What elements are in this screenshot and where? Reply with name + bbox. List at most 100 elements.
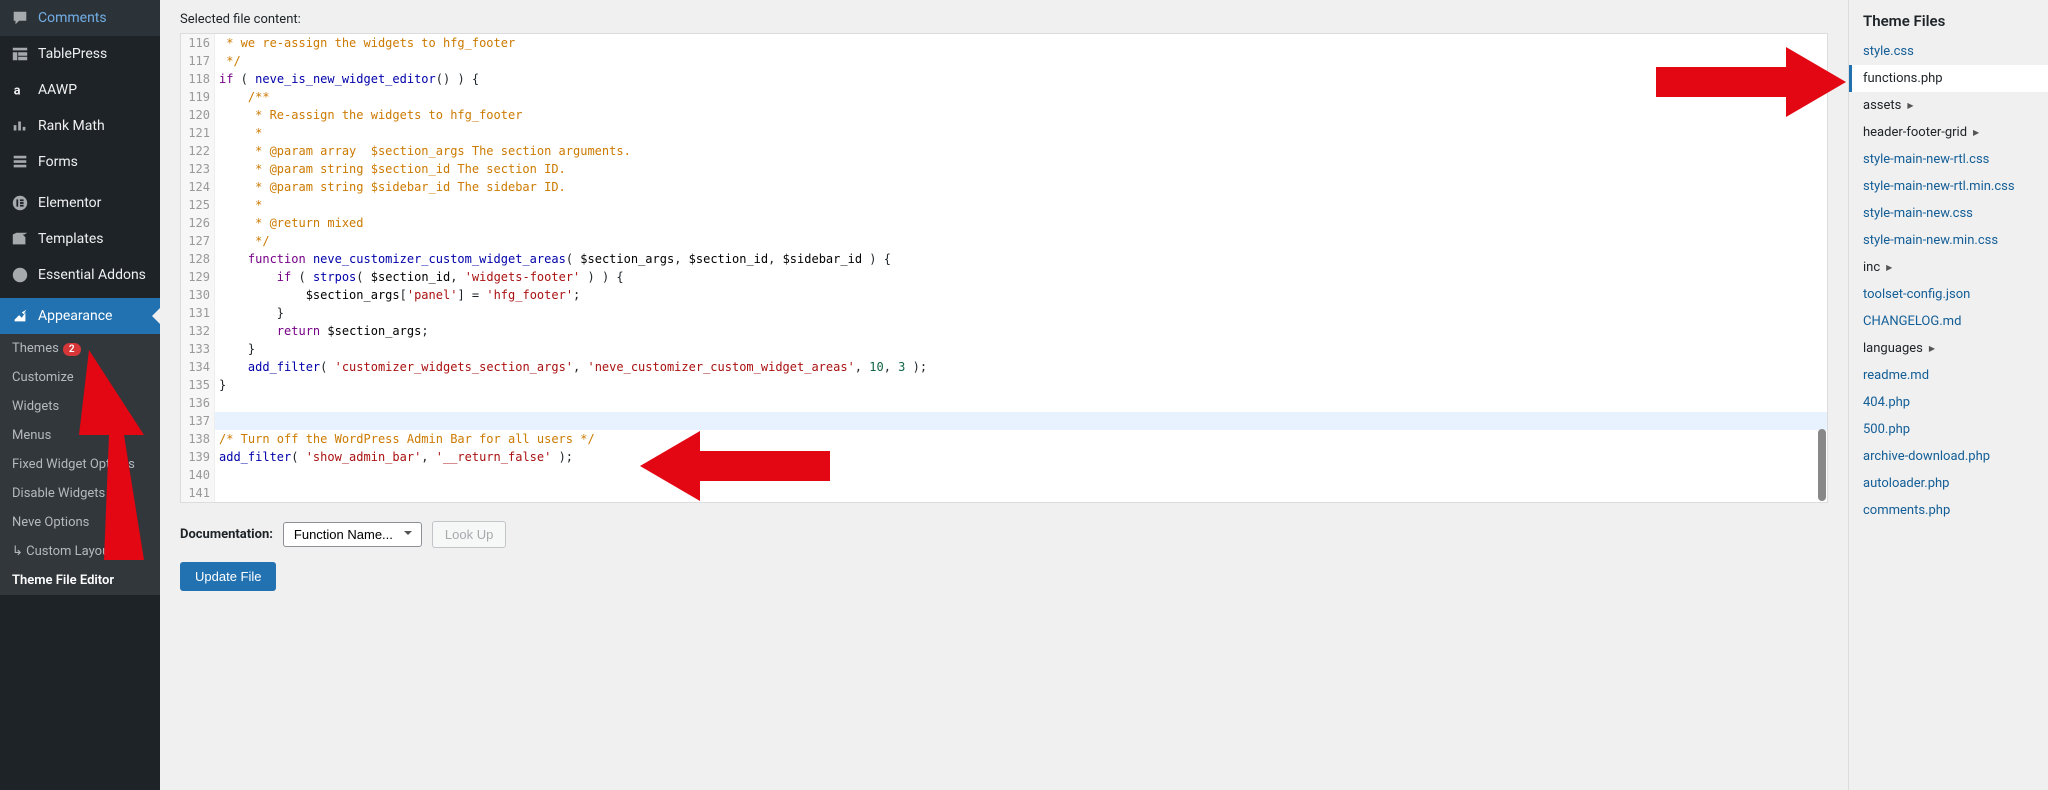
chart-icon: [10, 116, 30, 136]
update-file-button[interactable]: Update File: [180, 562, 276, 591]
line-number: 122: [181, 142, 215, 160]
theme-file-inc[interactable]: inc: [1849, 254, 2048, 281]
code-content: */: [215, 232, 270, 250]
code-line[interactable]: 135}: [181, 376, 1827, 394]
line-number: 141: [181, 484, 215, 502]
sidebar-item-rank-math[interactable]: Rank Math: [0, 108, 160, 144]
submenu-item-theme-file-editor[interactable]: Theme File Editor: [0, 566, 160, 595]
line-number: 132: [181, 322, 215, 340]
code-line[interactable]: 136: [181, 394, 1827, 412]
line-number: 118: [181, 70, 215, 88]
sidebar-item-tablepress[interactable]: TablePress: [0, 36, 160, 72]
theme-file-header-footer-grid[interactable]: header-footer-grid: [1849, 119, 2048, 146]
line-number: 125: [181, 196, 215, 214]
submenu-item-fixed-widget-options[interactable]: Fixed Widget Options: [0, 450, 160, 479]
code-content: * Re-assign the widgets to hfg_footer: [215, 106, 522, 124]
sidebar-item-elementor[interactable]: Elementor: [0, 185, 160, 221]
line-number: 121: [181, 124, 215, 142]
submenu-item-themes[interactable]: Themes2: [0, 334, 160, 363]
sidebar-item-comments[interactable]: Comments: [0, 0, 160, 36]
code-line[interactable]: 132 return $section_args;: [181, 322, 1827, 340]
code-content: function neve_customizer_custom_widget_a…: [215, 250, 891, 268]
line-number: 126: [181, 214, 215, 232]
line-number: 138: [181, 430, 215, 448]
code-line[interactable]: 121 *: [181, 124, 1827, 142]
code-line[interactable]: 116 * we re-assign the widgets to hfg_fo…: [181, 34, 1827, 52]
line-number: 134: [181, 358, 215, 376]
theme-file-autoloader-php[interactable]: autoloader.php: [1849, 470, 2048, 497]
theme-file-comments-php[interactable]: comments.php: [1849, 497, 2048, 524]
theme-file-style-css[interactable]: style.css: [1849, 38, 2048, 65]
update-badge: 2: [63, 343, 81, 356]
theme-file-toolset-config-json[interactable]: toolset-config.json: [1849, 281, 2048, 308]
function-select[interactable]: Function Name...: [283, 522, 422, 547]
code-line[interactable]: 123 * @param string $section_id The sect…: [181, 160, 1827, 178]
code-line[interactable]: 130 $section_args['panel'] = 'hfg_footer…: [181, 286, 1827, 304]
code-content: if ( neve_is_new_widget_editor() ) {: [215, 70, 479, 88]
code-line[interactable]: 133 }: [181, 340, 1827, 358]
theme-file-500-php[interactable]: 500.php: [1849, 416, 2048, 443]
code-line[interactable]: 124 * @param string $sidebar_id The side…: [181, 178, 1827, 196]
theme-file-archive-download-php[interactable]: archive-download.php: [1849, 443, 2048, 470]
submenu-item--custom-layouts[interactable]: ↳ Custom Layouts: [0, 537, 160, 566]
code-content: }: [215, 376, 226, 394]
theme-files-panel: Theme Files style.cssfunctions.phpassets…: [1848, 0, 2048, 790]
code-content: * @param string $sidebar_id The sidebar …: [215, 178, 566, 196]
theme-file-style-main-new-rtl-css[interactable]: style-main-new-rtl.css: [1849, 146, 2048, 173]
code-content: *: [215, 124, 262, 142]
code-line[interactable]: 134 add_filter( 'customizer_widgets_sect…: [181, 358, 1827, 376]
code-line[interactable]: 137: [181, 412, 1827, 430]
editor-scrollbar[interactable]: [1818, 429, 1826, 501]
submenu-item-menus[interactable]: Menus: [0, 421, 160, 450]
theme-file-languages[interactable]: languages: [1849, 335, 2048, 362]
code-line[interactable]: 119 /**: [181, 88, 1827, 106]
theme-file-style-main-new-rtl-min-css[interactable]: style-main-new-rtl.min.css: [1849, 173, 2048, 200]
code-line[interactable]: 118if ( neve_is_new_widget_editor() ) {: [181, 70, 1827, 88]
theme-file-assets[interactable]: assets: [1849, 92, 2048, 119]
code-line[interactable]: 129 if ( strpos( $section_id, 'widgets-f…: [181, 268, 1827, 286]
theme-file-changelog-md[interactable]: CHANGELOG.md: [1849, 308, 2048, 335]
theme-file-404-php[interactable]: 404.php: [1849, 389, 2048, 416]
menu-label: Forms: [38, 154, 78, 170]
sidebar-item-aawp[interactable]: aAAWP: [0, 72, 160, 108]
line-number: 139: [181, 448, 215, 466]
sidebar-item-templates[interactable]: Templates: [0, 221, 160, 257]
code-editor[interactable]: 116 * we re-assign the widgets to hfg_fo…: [180, 33, 1828, 503]
table-icon: [10, 44, 30, 64]
line-number: 128: [181, 250, 215, 268]
line-number: 127: [181, 232, 215, 250]
submenu-item-widgets[interactable]: Widgets: [0, 392, 160, 421]
submenu-item-customize[interactable]: Customize: [0, 363, 160, 392]
code-content: /**: [215, 88, 270, 106]
sidebar-item-essential-addons[interactable]: Essential Addons: [0, 257, 160, 293]
code-line[interactable]: 140: [181, 466, 1827, 484]
sidebar-item-forms[interactable]: Forms: [0, 144, 160, 180]
code-content: $section_args['panel'] = 'hfg_footer';: [215, 286, 580, 304]
submenu-item-disable-widgets[interactable]: Disable Widgets: [0, 479, 160, 508]
theme-file-functions-php[interactable]: functions.php: [1849, 65, 2048, 92]
code-line[interactable]: 141: [181, 484, 1827, 502]
code-content: add_filter( 'customizer_widgets_section_…: [215, 358, 927, 376]
theme-file-readme-md[interactable]: readme.md: [1849, 362, 2048, 389]
theme-file-style-main-new-min-css[interactable]: style-main-new.min.css: [1849, 227, 2048, 254]
code-line[interactable]: 117 */: [181, 52, 1827, 70]
code-line[interactable]: 125 *: [181, 196, 1827, 214]
code-line[interactable]: 127 */: [181, 232, 1827, 250]
line-number: 131: [181, 304, 215, 322]
line-number: 117: [181, 52, 215, 70]
code-line[interactable]: 128 function neve_customizer_custom_widg…: [181, 250, 1827, 268]
code-content: * we re-assign the widgets to hfg_footer: [215, 34, 515, 52]
code-line[interactable]: 139add_filter( 'show_admin_bar', '__retu…: [181, 448, 1827, 466]
theme-file-style-main-new-css[interactable]: style-main-new.css: [1849, 200, 2048, 227]
code-line[interactable]: 126 * @return mixed: [181, 214, 1827, 232]
code-line[interactable]: 122 * @param array $section_args The sec…: [181, 142, 1827, 160]
code-content: /* Turn off the WordPress Admin Bar for …: [215, 430, 595, 448]
code-line[interactable]: 138/* Turn off the WordPress Admin Bar f…: [181, 430, 1827, 448]
sidebar-item-appearance[interactable]: Appearance: [0, 298, 160, 334]
code-line[interactable]: 120 * Re-assign the widgets to hfg_foote…: [181, 106, 1827, 124]
code-content: [215, 412, 226, 430]
submenu-item-neve-options[interactable]: Neve Options: [0, 508, 160, 537]
lookup-button[interactable]: Look Up: [432, 521, 506, 548]
code-line[interactable]: 131 }: [181, 304, 1827, 322]
comments-icon: [10, 8, 30, 28]
